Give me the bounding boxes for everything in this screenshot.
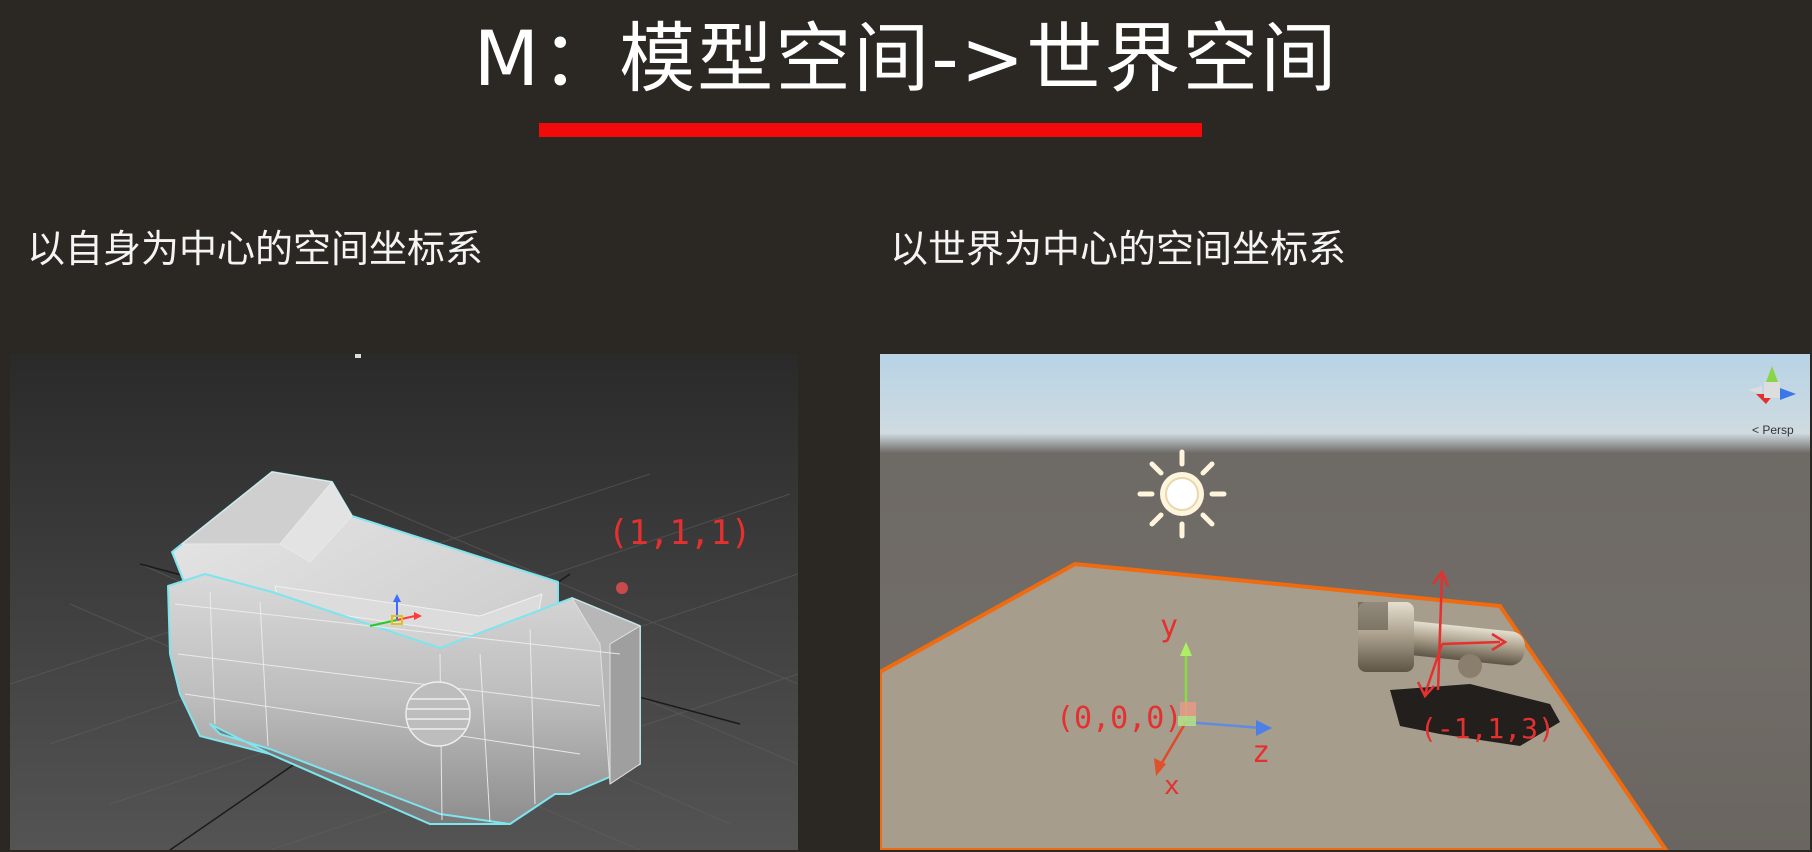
corner-coordinate-label: (1,1,1) [608, 513, 751, 553]
model-space-viewport: (1,1,1) [10, 354, 798, 850]
world-space-viewport: y z x (0,0,0) (-1,1,3) < Persp [880, 354, 1810, 850]
object-coordinate-label: (-1,1,3) [1420, 712, 1555, 745]
axis-x-label: x [1164, 771, 1180, 801]
directional-light-sun-icon [1137, 449, 1227, 539]
knob [405, 681, 471, 747]
corner-point-marker [616, 582, 628, 594]
title-underline [539, 123, 1202, 137]
origin-coordinate-label: (0,0,0) [1056, 701, 1182, 736]
right-caption: 以世界为中心的空间坐标系 [890, 227, 1347, 271]
axis-y-label: y [1160, 609, 1178, 644]
left-caption: 以自身为中心的空间坐标系 [27, 227, 484, 271]
slide-title: M：模型空间->世界空间 [473, 14, 1339, 103]
view-mode-label[interactable]: < Persp [1752, 423, 1794, 437]
axis-z-label: z [1252, 735, 1270, 770]
